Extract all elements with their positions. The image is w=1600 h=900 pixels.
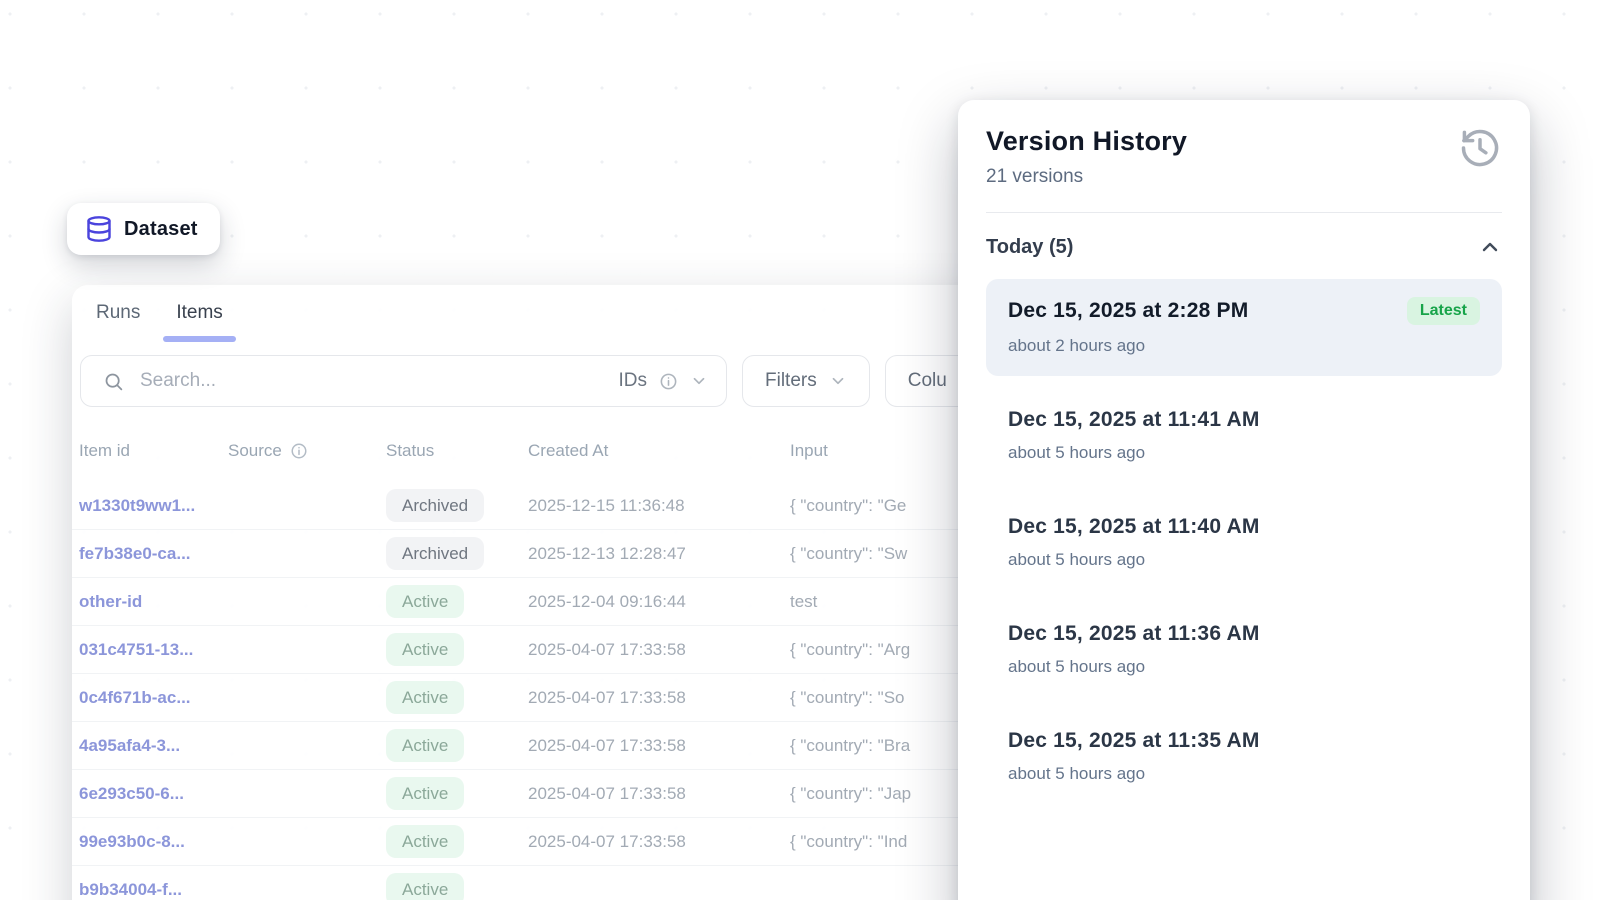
status-badge: Active [386, 681, 464, 714]
version-entry[interactable]: Dec 15, 2025 at 11:36 AM about 5 hours a… [986, 604, 1502, 697]
version-list: Dec 15, 2025 at 2:28 PM Latest about 2 h… [986, 279, 1502, 804]
item-id-link[interactable]: other-id [79, 592, 142, 611]
status-badge: Active [386, 873, 464, 900]
status-badge: Archived [386, 537, 484, 570]
version-datetime: Dec 15, 2025 at 11:36 AM [1008, 622, 1260, 646]
column-header-created-at: Created At [528, 441, 790, 461]
ids-dropdown[interactable]: IDs [607, 370, 709, 392]
status-badge: Active [386, 633, 464, 666]
filters-label: Filters [765, 370, 817, 392]
status-badge: Active [386, 729, 464, 762]
item-id-link[interactable]: 4a95afa4-3... [79, 736, 180, 755]
created-at-cell: 2025-04-07 17:33:58 [528, 832, 790, 852]
filters-button[interactable]: Filters [742, 355, 870, 407]
version-count: 21 versions [986, 166, 1187, 188]
item-id-link[interactable]: 0c4f671b-ac... [79, 688, 191, 707]
created-at-cell: 2025-04-07 17:33:58 [528, 736, 790, 756]
group-label-today: Today (5) [986, 236, 1073, 259]
created-at-cell: 2025-12-15 11:36:48 [528, 496, 790, 516]
column-header-status: Status [386, 441, 528, 461]
tab[interactable]: Items [172, 298, 226, 342]
created-at-cell: 2025-04-07 17:33:58 [528, 688, 790, 708]
toolbar: IDs Filters [80, 355, 1025, 407]
item-id-link[interactable]: 031c4751-13... [79, 640, 193, 659]
chevron-down-icon [690, 372, 708, 390]
item-id-link[interactable]: w1330t9ww1... [79, 496, 195, 515]
version-entry[interactable]: Dec 15, 2025 at 11:35 AM about 5 hours a… [986, 711, 1502, 804]
version-entry[interactable]: Dec 15, 2025 at 11:41 AM about 5 hours a… [986, 390, 1502, 483]
created-at-cell: 2025-12-04 09:16:44 [528, 592, 790, 612]
search-bar[interactable]: IDs [80, 355, 727, 407]
desktop-background: Dataset Runs Items IDs [0, 0, 1600, 900]
status-badge: Active [386, 825, 464, 858]
version-history-title: Version History [986, 126, 1187, 157]
chevron-up-icon[interactable] [1478, 235, 1502, 259]
version-history-panel: Version History 21 versions Today (5) [958, 100, 1530, 900]
status-badge: Archived [386, 489, 484, 522]
version-relative-time: about 2 hours ago [1008, 336, 1480, 356]
version-relative-time: about 5 hours ago [1008, 550, 1480, 570]
status-badge: Active [386, 585, 464, 618]
item-id-link[interactable]: b9b34004-f... [79, 880, 182, 899]
created-at-cell: 2025-04-07 17:33:58 [528, 640, 790, 660]
version-datetime: Dec 15, 2025 at 11:35 AM [1008, 729, 1260, 753]
tab-label: Items [176, 302, 222, 323]
info-icon [290, 442, 308, 460]
dataset-chip-label: Dataset [124, 218, 198, 241]
item-id-link[interactable]: fe7b38e0-ca... [79, 544, 191, 563]
version-datetime: Dec 15, 2025 at 11:41 AM [1008, 408, 1260, 432]
column-header-source: Source [228, 441, 386, 461]
history-icon [1458, 126, 1502, 170]
ids-label: IDs [619, 370, 648, 392]
dataset-chip: Dataset [67, 203, 220, 255]
version-datetime: Dec 15, 2025 at 11:40 AM [1008, 515, 1260, 539]
database-icon [85, 214, 113, 244]
columns-label: Colu [908, 370, 947, 392]
column-header-item-id: Item id [79, 441, 228, 461]
item-id-link[interactable]: 99e93b0c-8... [79, 832, 185, 851]
divider [986, 212, 1502, 213]
tab[interactable]: Runs [92, 298, 144, 342]
status-badge: Active [386, 777, 464, 810]
search-input[interactable] [140, 370, 607, 392]
latest-badge: Latest [1407, 297, 1480, 325]
tab-label: Runs [96, 302, 140, 323]
version-datetime: Dec 15, 2025 at 2:28 PM [1008, 299, 1248, 323]
item-id-link[interactable]: 6e293c50-6... [79, 784, 184, 803]
created-at-cell: 2025-04-07 17:33:58 [528, 784, 790, 804]
version-relative-time: about 5 hours ago [1008, 443, 1480, 463]
created-at-cell: 2025-12-13 12:28:47 [528, 544, 790, 564]
version-relative-time: about 5 hours ago [1008, 764, 1480, 784]
version-entry[interactable]: Dec 15, 2025 at 11:40 AM about 5 hours a… [986, 497, 1502, 590]
version-entry[interactable]: Dec 15, 2025 at 2:28 PM Latest about 2 h… [986, 279, 1502, 376]
info-icon [659, 372, 678, 391]
chevron-down-icon [829, 372, 847, 390]
search-icon [103, 371, 124, 392]
version-relative-time: about 5 hours ago [1008, 657, 1480, 677]
